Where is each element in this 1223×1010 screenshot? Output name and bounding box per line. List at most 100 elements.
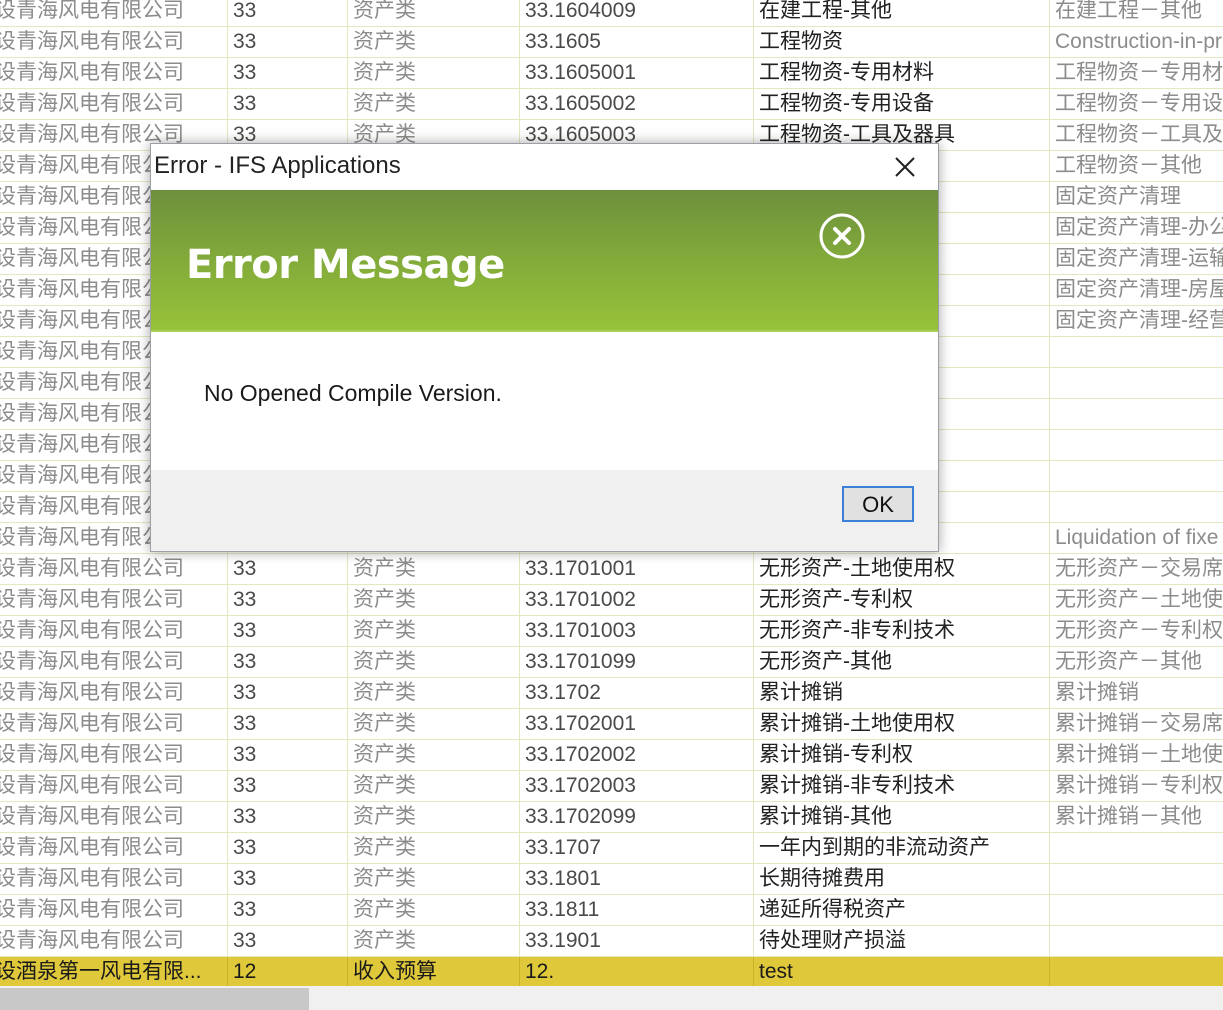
table-cell[interactable]: [1049, 430, 1223, 461]
table-cell[interactable]: 33: [227, 926, 347, 957]
table-cell[interactable]: 33: [227, 554, 347, 585]
table-cell[interactable]: [1049, 895, 1223, 926]
table-row[interactable]: 设青海风电有限公司 33 资产类 33.1702099 累计摊销-其他 累计摊销－其他: [0, 802, 1223, 833]
table-cell[interactable]: 无形资产－专利权: [1049, 616, 1223, 647]
table-cell[interactable]: 33: [227, 740, 347, 771]
table-cell[interactable]: 资产类: [347, 709, 519, 740]
table-cell[interactable]: 33.1604009: [519, 0, 753, 27]
table-cell[interactable]: 资产类: [347, 895, 519, 926]
table-cell[interactable]: test: [753, 957, 1049, 988]
table-cell[interactable]: 资产类: [347, 802, 519, 833]
table-cell[interactable]: 工程物资－专用设: [1049, 89, 1223, 120]
table-row[interactable]: 设青海风电有限公司 33 资产类 33.1701099 无形资产-其他 无形资产－其他: [0, 647, 1223, 678]
table-cell[interactable]: 33: [227, 864, 347, 895]
table-cell[interactable]: 33: [227, 802, 347, 833]
table-cell[interactable]: 资产类: [347, 647, 519, 678]
table-cell[interactable]: 33.1702002: [519, 740, 753, 771]
table-cell[interactable]: 设青海风电有限公司: [0, 802, 227, 833]
table-cell[interactable]: 长期待摊费用: [753, 864, 1049, 895]
table-cell[interactable]: Liquidation of fixe: [1049, 523, 1223, 554]
table-cell[interactable]: Construction-in-pr: [1049, 27, 1223, 58]
table-cell[interactable]: 资产类: [347, 740, 519, 771]
table-cell[interactable]: 33.1701001: [519, 554, 753, 585]
table-cell[interactable]: 资产类: [347, 833, 519, 864]
table-cell[interactable]: 设青海风电有限公司: [0, 89, 227, 120]
table-cell[interactable]: 33: [227, 585, 347, 616]
table-cell[interactable]: 待处理财产损溢: [753, 926, 1049, 957]
table-cell[interactable]: 33.1901: [519, 926, 753, 957]
table-cell[interactable]: 设青海风电有限公司: [0, 585, 227, 616]
table-cell[interactable]: 累计摊销－交易席: [1049, 709, 1223, 740]
table-cell[interactable]: 资产类: [347, 585, 519, 616]
table-cell[interactable]: 资产类: [347, 926, 519, 957]
table-cell[interactable]: 12: [227, 957, 347, 988]
table-cell[interactable]: [1049, 864, 1223, 895]
table-cell[interactable]: 33.1605001: [519, 58, 753, 89]
table-cell[interactable]: 33: [227, 771, 347, 802]
table-cell[interactable]: [1049, 337, 1223, 368]
table-cell[interactable]: 资产类: [347, 27, 519, 58]
table-cell[interactable]: 设青海风电有限公司: [0, 926, 227, 957]
table-cell[interactable]: 无形资产-专利权: [753, 585, 1049, 616]
table-cell[interactable]: 33.1605: [519, 27, 753, 58]
table-cell[interactable]: 设酒泉第一风电有限...: [0, 957, 227, 988]
table-cell[interactable]: 工程物资－专用材: [1049, 58, 1223, 89]
table-row[interactable]: 设青海风电有限公司 33 资产类 33.1702 累计摊销 累计摊销: [0, 678, 1223, 709]
table-cell[interactable]: 设青海风电有限公司: [0, 647, 227, 678]
table-row[interactable]: 设青海风电有限公司 33 资产类 33.1702003 累计摊销-非专利技术 累计摊销－专…: [0, 771, 1223, 802]
table-cell[interactable]: 设青海风电有限公司: [0, 771, 227, 802]
table-cell[interactable]: 工程物资: [753, 27, 1049, 58]
table-cell[interactable]: 累计摊销: [753, 678, 1049, 709]
table-cell[interactable]: 累计摊销-土地使用权: [753, 709, 1049, 740]
table-cell[interactable]: 资产类: [347, 771, 519, 802]
table-cell[interactable]: 无形资产－其他: [1049, 647, 1223, 678]
table-cell[interactable]: 累计摊销-非专利技术: [753, 771, 1049, 802]
table-cell[interactable]: 资产类: [347, 0, 519, 27]
table-row[interactable]: 设青海风电有限公司 33 资产类 33.1604009 在建工程-其他 在建工程－其他: [0, 0, 1223, 27]
table-cell[interactable]: 资产类: [347, 678, 519, 709]
table-cell[interactable]: 33: [227, 833, 347, 864]
table-cell[interactable]: [1049, 368, 1223, 399]
table-row[interactable]: 设青海风电有限公司 33 资产类 33.1811 递延所得税资产: [0, 895, 1223, 926]
table-cell[interactable]: 在建工程-其他: [753, 0, 1049, 27]
table-cell[interactable]: [1049, 492, 1223, 523]
table-cell[interactable]: 33.1701099: [519, 647, 753, 678]
ok-button[interactable]: OK: [842, 486, 914, 522]
table-cell[interactable]: 工程物资－其他: [1049, 151, 1223, 182]
table-cell[interactable]: 一年内到期的非流动资产: [753, 833, 1049, 864]
table-cell[interactable]: 设青海风电有限公司: [0, 27, 227, 58]
table-cell[interactable]: 33: [227, 616, 347, 647]
table-cell[interactable]: 设青海风电有限公司: [0, 895, 227, 926]
table-row-selected[interactable]: 设酒泉第一风电有限... 12 收入预算 12. test: [0, 957, 1223, 988]
horizontal-scrollbar-thumb[interactable]: [0, 988, 309, 1010]
table-cell[interactable]: 资产类: [347, 864, 519, 895]
table-cell[interactable]: 设青海风电有限公司: [0, 0, 227, 27]
table-cell[interactable]: 无形资产－土地使: [1049, 585, 1223, 616]
table-row[interactable]: 设青海风电有限公司 33 资产类 33.1605001 工程物资-专用材料 工程物资－专用…: [0, 58, 1223, 89]
table-row[interactable]: 设青海风电有限公司 33 资产类 33.1901 待处理财产损溢: [0, 926, 1223, 957]
table-cell[interactable]: 33: [227, 89, 347, 120]
table-cell[interactable]: 设青海风电有限公司: [0, 864, 227, 895]
table-cell[interactable]: 12.: [519, 957, 753, 988]
table-cell[interactable]: 资产类: [347, 616, 519, 647]
table-cell[interactable]: 33: [227, 678, 347, 709]
table-cell[interactable]: 设青海风电有限公司: [0, 58, 227, 89]
table-cell[interactable]: [1049, 399, 1223, 430]
table-cell[interactable]: 设青海风电有限公司: [0, 616, 227, 647]
table-cell[interactable]: 累计摊销－土地使: [1049, 740, 1223, 771]
table-cell[interactable]: 累计摊销-其他: [753, 802, 1049, 833]
table-cell[interactable]: 33.1701003: [519, 616, 753, 647]
table-cell[interactable]: 无形资产-土地使用权: [753, 554, 1049, 585]
table-cell[interactable]: 33.1702: [519, 678, 753, 709]
table-cell[interactable]: 33: [227, 895, 347, 926]
table-cell[interactable]: 33.1801: [519, 864, 753, 895]
table-cell[interactable]: 设青海风电有限公司: [0, 554, 227, 585]
table-cell[interactable]: 无形资产-其他: [753, 647, 1049, 678]
table-cell[interactable]: 固定资产清理: [1049, 182, 1223, 213]
table-row[interactable]: 设青海风电有限公司 33 资产类 33.1701001 无形资产-土地使用权 无形资产－交…: [0, 554, 1223, 585]
table-cell[interactable]: 固定资产清理-运输: [1049, 244, 1223, 275]
table-cell[interactable]: 33.1811: [519, 895, 753, 926]
table-cell[interactable]: 工程物资－工具及: [1049, 120, 1223, 151]
table-cell[interactable]: 固定资产清理-经营: [1049, 306, 1223, 337]
table-row[interactable]: 设青海风电有限公司 33 资产类 33.1605 工程物资 Construction-in…: [0, 27, 1223, 58]
